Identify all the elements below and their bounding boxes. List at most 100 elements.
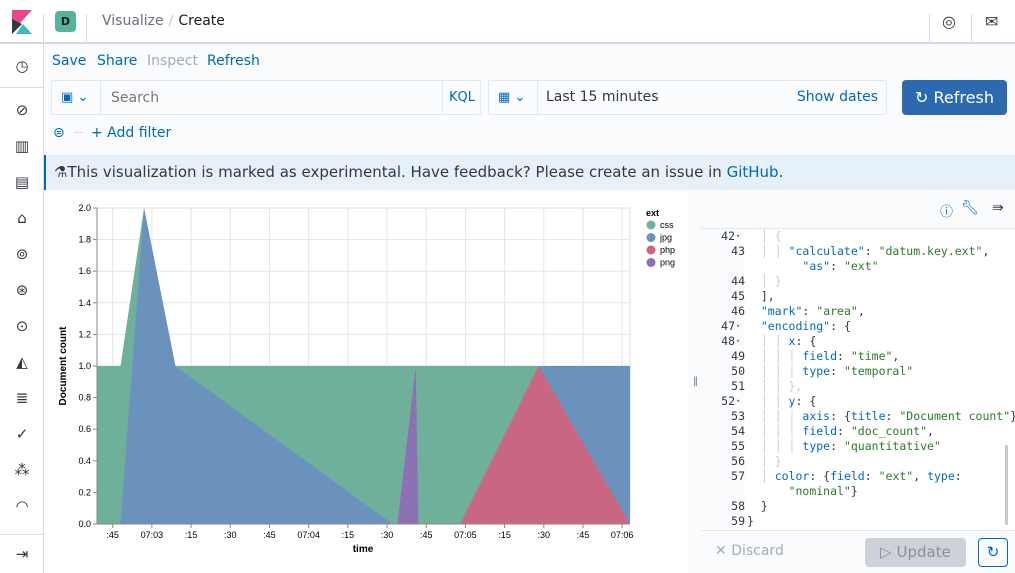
visualize-chart-icon[interactable]: ▥ — [12, 136, 32, 156]
x-tick-label: 07:05 — [454, 530, 477, 540]
discard-button[interactable]: ✕ Discard — [715, 543, 784, 559]
line-text: ], — [747, 289, 775, 303]
code-line[interactable]: 59} — [701, 514, 1015, 529]
code-line[interactable]: "nominal"} — [701, 484, 1015, 499]
code-line[interactable]: 42 ▾ │ { — [701, 229, 1015, 244]
search-input[interactable] — [102, 81, 442, 114]
code-line[interactable]: 45 ], — [701, 289, 1015, 304]
experimental-banner: ⚗This visualization is marked as experim… — [44, 155, 1015, 190]
line-number: 57 — [701, 469, 745, 484]
line-text: │ │ │ type: "temporal" — [747, 364, 914, 378]
chevron-down-icon: ⌄ — [77, 90, 89, 105]
add-filter-button[interactable]: + Add filter — [91, 125, 171, 141]
mail-icon[interactable]: ✉ — [985, 12, 998, 31]
space-avatar[interactable]: D — [55, 11, 76, 32]
x-tick-label: 07:03 — [141, 530, 164, 540]
line-text: } — [747, 499, 768, 513]
graph-icon[interactable]: ⁂ — [12, 460, 32, 480]
uptime-icon[interactable]: ✓ — [12, 424, 32, 444]
line-text: "nominal"} — [788, 484, 858, 498]
date-picker: ▦ ⌄ Last 15 minutes Show dates — [488, 80, 887, 115]
y-tick-label: 0.6 — [78, 424, 91, 434]
y-tick-label: 1.6 — [78, 266, 91, 276]
x-tick-label: :30 — [538, 530, 551, 540]
kibana-logo[interactable] — [12, 10, 32, 34]
line-number: 51 — [701, 379, 745, 394]
filter-icon[interactable]: ⊜ — [53, 125, 65, 141]
dashboard-icon[interactable]: ▤ — [12, 172, 32, 192]
saved-query-menu[interactable]: ▣ ⌄ — [52, 81, 101, 114]
x-tick-label: :45 — [420, 530, 433, 540]
y-tick-label: 1.4 — [78, 298, 91, 308]
code-line[interactable]: 54 │ │ │ field: "doc_count", — [701, 424, 1015, 439]
code-line[interactable]: 52 ▾ │ │ y: { — [701, 394, 1015, 409]
code-line[interactable]: 47 ▾ "encoding": { — [701, 319, 1015, 334]
logs-icon[interactable]: ◭ — [12, 352, 32, 372]
divider — [929, 14, 930, 44]
line-number — [701, 259, 745, 274]
wrench-icon[interactable]: 🔧︎ — [961, 200, 979, 216]
line-number: 54 — [701, 424, 745, 439]
quick-menu-button[interactable]: ▦ ⌄ — [489, 81, 538, 114]
legend-swatch-png — [646, 258, 656, 267]
sidebar-nav: ◷ ⊘ ▥ ▤ ⌂ ⊚ ⊛ ⊙ ◭ ≣ ✓ ⁂ ◠ ⇥ — [0, 44, 44, 573]
code-line[interactable]: 56 │ } — [701, 454, 1015, 469]
editor-scrollbar[interactable] — [1005, 445, 1008, 525]
maps-icon[interactable]: ⊚ — [12, 244, 32, 264]
inspect-button: Inspect — [147, 53, 198, 69]
code-line[interactable]: 53 │ │ │ axis: {title: "Document count"} — [701, 409, 1015, 424]
code-line[interactable]: 58 } — [701, 499, 1015, 514]
line-text: │ │ │ type: "quantitative" — [747, 439, 941, 453]
github-link[interactable]: GitHub — [727, 163, 779, 181]
save-button[interactable]: Save — [52, 53, 86, 69]
code-line[interactable]: 44 │ } — [701, 274, 1015, 289]
kql-toggle[interactable]: KQL — [442, 81, 481, 114]
canvas-icon[interactable]: ⌂ — [12, 208, 32, 228]
code-line[interactable]: 43 │ │ "calculate": "datum.key.ext", — [701, 244, 1015, 259]
code-line[interactable]: 48 ▾ │ │ x: { — [701, 334, 1015, 349]
infrastructure-icon[interactable]: ⊙ — [12, 316, 32, 336]
show-dates-button[interactable]: Show dates — [797, 89, 878, 105]
line-text: "encoding": { — [760, 319, 851, 333]
help-icon[interactable]: ⓘ — [940, 201, 953, 220]
collapse-menu-icon[interactable]: ⇥ — [12, 544, 32, 564]
monitoring-icon[interactable]: ◠ — [12, 496, 32, 516]
line-text: │ { — [747, 229, 782, 243]
x-tick-label: :30 — [224, 530, 237, 540]
y-tick-label: 1.0 — [78, 361, 91, 371]
help-lifebuoy-icon[interactable]: ◎ — [942, 12, 956, 31]
y-tick-label: 0.2 — [78, 487, 91, 497]
fold-toggle-icon[interactable]: ▾ — [736, 229, 740, 244]
discover-compass-icon[interactable]: ⊘ — [12, 100, 32, 120]
fold-toggle-icon[interactable]: ▾ — [736, 319, 740, 334]
time-range[interactable]: Last 15 minutes — [546, 89, 659, 105]
fold-toggle-icon[interactable]: ▾ — [736, 394, 740, 409]
share-button[interactable]: Share — [97, 53, 137, 69]
apm-icon[interactable]: ≣ — [12, 388, 32, 408]
code-line[interactable]: 50 │ │ │ type: "temporal" — [701, 364, 1015, 379]
breadcrumb-visualize[interactable]: Visualize — [102, 13, 164, 29]
code-line[interactable]: 57 │ color: {field: "ext", type: — [701, 469, 1015, 484]
code-line[interactable]: 46 "mark": "area", — [701, 304, 1015, 319]
recent-clock-icon[interactable]: ◷ — [12, 56, 32, 76]
divider — [971, 14, 972, 44]
refresh-button[interactable]: ↻ Refresh — [902, 80, 1007, 115]
reset-icon[interactable]: ↻ — [978, 538, 1008, 567]
divider — [86, 14, 87, 44]
ml-icon[interactable]: ⊛ — [12, 280, 32, 300]
refresh-menu-button[interactable]: Refresh — [207, 53, 260, 69]
line-number: 59 — [701, 514, 745, 529]
code-line[interactable]: 49 │ │ │ field: "time", — [701, 349, 1015, 364]
banner-text: This visualization is marked as experime… — [67, 163, 727, 181]
collapse-panel-icon[interactable]: ⇛ — [992, 200, 1004, 216]
code-line[interactable]: 51 │ │ }, — [701, 379, 1015, 394]
code-line[interactable]: "as": "ext" — [701, 259, 1015, 274]
fold-toggle-icon[interactable]: ▾ — [736, 334, 740, 349]
line-text: "mark": "area", — [760, 304, 865, 318]
code-line[interactable]: 55 │ │ │ type: "quantitative" — [701, 439, 1015, 454]
resize-handle[interactable]: ‖ — [689, 190, 701, 573]
line-text: "as": "ext" — [802, 259, 879, 273]
discard-label: Discard — [731, 543, 784, 559]
code-editor[interactable]: 42 ▾ │ {43 │ │ "calculate": "datum.key.ex… — [701, 228, 1015, 530]
banner-end: . — [778, 163, 784, 181]
